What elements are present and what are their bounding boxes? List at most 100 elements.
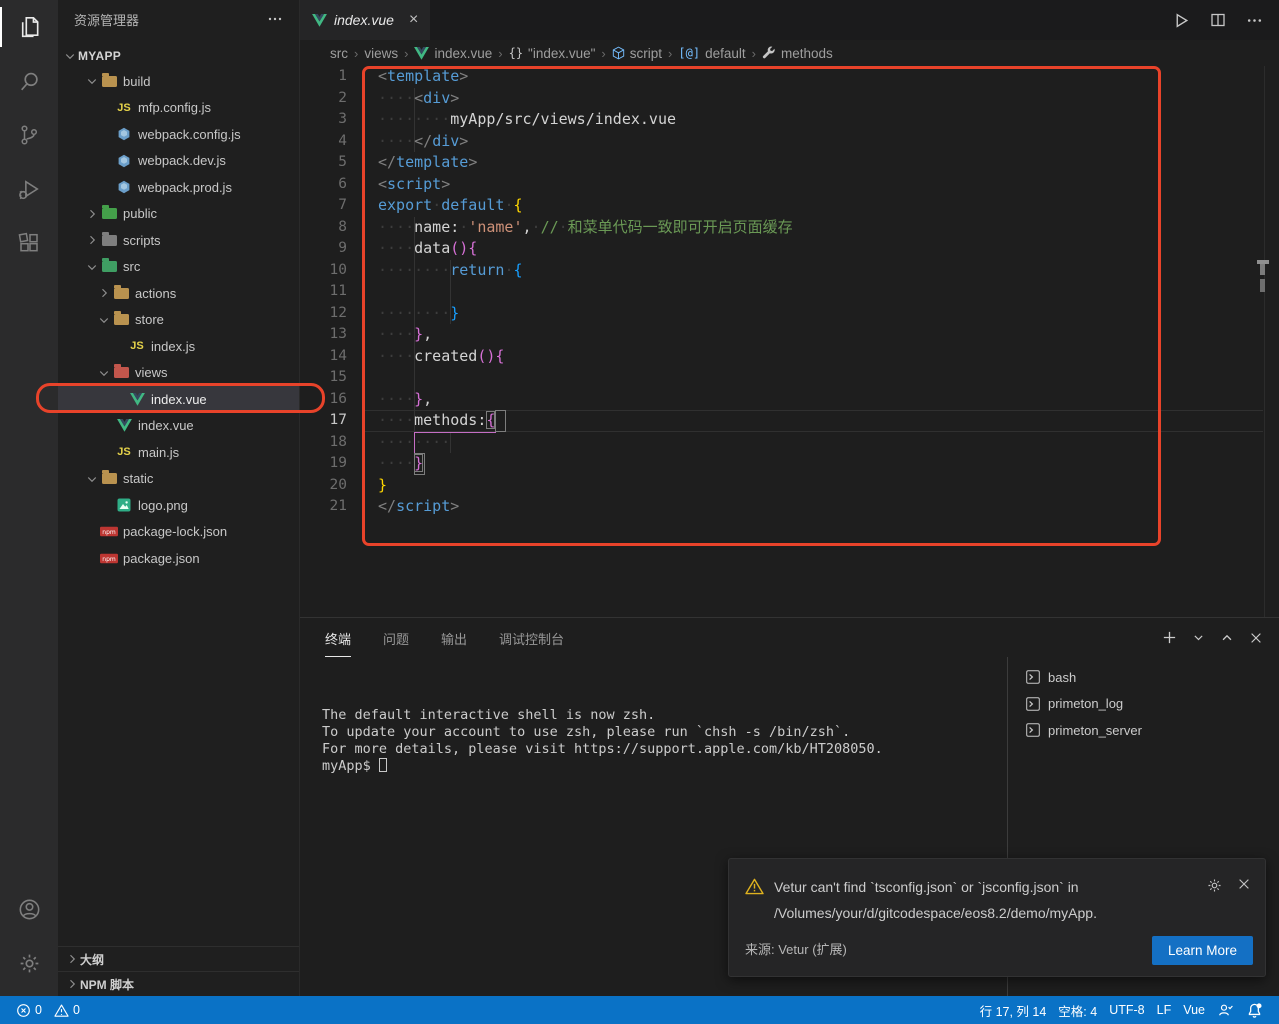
tree-item-build[interactable]: build: [58, 68, 299, 95]
activity-bar-item-source-control[interactable]: [0, 108, 58, 162]
breadcrumb-item[interactable]: methods: [762, 46, 833, 61]
terminal-instance-primeton_server[interactable]: primeton_server: [1008, 717, 1279, 744]
learn-more-button[interactable]: Learn More: [1152, 936, 1253, 965]
cursor-position[interactable]: 行 17, 列 14: [974, 1001, 1053, 1020]
code-text: ········return·{: [347, 260, 523, 282]
vue-icon: [115, 418, 133, 434]
tree-item-webpack.config.js[interactable]: webpack.config.js: [58, 121, 299, 148]
tree-item-label: webpack.config.js: [138, 127, 241, 142]
split-editor-icon[interactable]: [1210, 12, 1226, 28]
code-line-20[interactable]: 20}: [300, 475, 1279, 497]
code-line-6[interactable]: 6<script>: [300, 174, 1279, 196]
code-line-14[interactable]: 14····created(){: [300, 346, 1279, 368]
warning-count: 0: [73, 1003, 80, 1017]
code-line-12[interactable]: 12········}: [300, 303, 1279, 325]
tree-item-package.json[interactable]: npmpackage.json: [58, 545, 299, 572]
run-icon[interactable]: [1173, 12, 1190, 29]
activity-bar-item-account[interactable]: [0, 882, 58, 936]
feedback-icon[interactable]: [1211, 1002, 1240, 1018]
panel-tab-problems[interactable]: 问题: [383, 619, 409, 656]
code-line-4[interactable]: 4····</div>: [300, 131, 1279, 153]
tree-item-static[interactable]: static: [58, 466, 299, 493]
close-icon[interactable]: ×: [409, 11, 418, 29]
breadcrumb-item[interactable]: src: [330, 46, 348, 61]
activity-bar-item-extensions[interactable]: [0, 216, 58, 270]
code-line-9[interactable]: 9····data(){: [300, 238, 1279, 260]
problems-status[interactable]: 0 0: [10, 996, 86, 1024]
indentation[interactable]: 空格: 4: [1052, 1001, 1103, 1020]
source-control-icon: [17, 123, 41, 147]
tree-item-index.vue[interactable]: index.vue: [58, 413, 299, 440]
code-line-21[interactable]: 21</script>: [300, 496, 1279, 518]
code-line-16[interactable]: 16····},: [300, 389, 1279, 411]
sidebar-section-outline[interactable]: 大纲: [58, 946, 299, 971]
tree-item-package-lock.json[interactable]: npmpackage-lock.json: [58, 519, 299, 546]
eol-selector[interactable]: LF: [1151, 1003, 1178, 1017]
maximize-panel-icon[interactable]: [1220, 631, 1234, 645]
panel-tab-debug-console[interactable]: 调试控制台: [499, 619, 564, 656]
panel-tab-terminal[interactable]: 终端: [325, 619, 351, 657]
code-line-19[interactable]: 19····}: [300, 453, 1279, 475]
code-line-2[interactable]: 2····<div>: [300, 88, 1279, 110]
notifications-bell-icon[interactable]: [1240, 1002, 1269, 1019]
activity-bar-item-explorer[interactable]: [0, 0, 58, 54]
breadcrumb-item[interactable]: {}"index.vue": [509, 46, 596, 61]
tree-item-mfp.config.js[interactable]: JSmfp.config.js: [58, 95, 299, 122]
svg-text:npm: npm: [102, 529, 116, 536]
code-line-18[interactable]: 18········: [300, 432, 1279, 454]
code-line-13[interactable]: 13····},: [300, 324, 1279, 346]
close-icon[interactable]: [1237, 877, 1251, 891]
code-line-11[interactable]: 11: [300, 281, 1279, 303]
terminal-picker-icon[interactable]: [1192, 631, 1205, 644]
tab-label: index.vue: [334, 12, 394, 28]
tree-item-public[interactable]: public: [58, 201, 299, 228]
more-actions-icon[interactable]: [267, 11, 283, 27]
more-actions-icon[interactable]: [1246, 12, 1263, 29]
code-line-15[interactable]: 15: [300, 367, 1279, 389]
project-section-header[interactable]: MYAPP: [58, 44, 299, 68]
tree-item-src[interactable]: src: [58, 254, 299, 281]
sidebar-section-npm-scripts[interactable]: NPM 脚本: [58, 971, 299, 996]
code-line-5[interactable]: 5</template>: [300, 152, 1279, 174]
breadcrumb-item[interactable]: index.vue: [414, 46, 492, 61]
tree-item-views[interactable]: views: [58, 360, 299, 387]
new-terminal-icon[interactable]: [1162, 630, 1177, 645]
panel-tab-output[interactable]: 输出: [441, 619, 467, 656]
line-number: 17: [300, 410, 347, 432]
tree-item-label: actions: [135, 286, 176, 301]
code-line-17[interactable]: 17····methods:{: [300, 410, 1279, 432]
code-line-8[interactable]: 8····name:·'name',·//·和菜单代码一致即可开启页面缓存: [300, 217, 1279, 239]
tree-item-main.js[interactable]: JSmain.js: [58, 439, 299, 466]
breadcrumb-item[interactable]: [@]default: [678, 46, 745, 61]
activity-bar-item-run-debug[interactable]: [0, 162, 58, 216]
terminal-instance-primeton_log[interactable]: primeton_log: [1008, 691, 1279, 718]
activity-bar-item-settings[interactable]: [0, 936, 58, 990]
close-panel-icon[interactable]: [1249, 631, 1263, 645]
tree-item-label: src: [123, 259, 140, 274]
line-number: 15: [300, 367, 347, 389]
tree-item-scripts[interactable]: scripts: [58, 227, 299, 254]
tree-item-webpack.prod.js[interactable]: webpack.prod.js: [58, 174, 299, 201]
tree-item-webpack.dev.js[interactable]: webpack.dev.js: [58, 148, 299, 175]
tree-item-store[interactable]: store: [58, 307, 299, 334]
code-editor[interactable]: 1<template>2····<div>3········myApp/src/…: [300, 66, 1279, 617]
breadcrumb-item[interactable]: script: [612, 46, 662, 61]
code-line-3[interactable]: 3········myApp/src/views/index.vue: [300, 109, 1279, 131]
code-text: ····<div>: [347, 88, 459, 110]
activity-bar-item-search[interactable]: [0, 54, 58, 108]
terminal-instance-bash[interactable]: bash: [1008, 664, 1279, 691]
tree-item-label: main.js: [138, 445, 179, 460]
tab-index-vue[interactable]: index.vue ×: [300, 0, 430, 40]
code-line-7[interactable]: 7export·default·{: [300, 195, 1279, 217]
tree-item-index.vue[interactable]: index.vue: [58, 386, 299, 413]
tree-item-actions[interactable]: actions: [58, 280, 299, 307]
tree-item-logo.png[interactable]: logo.png: [58, 492, 299, 519]
language-mode[interactable]: Vue: [1177, 1003, 1211, 1017]
notification-settings-gear-icon[interactable]: [1206, 877, 1223, 894]
terminal-output[interactable]: The default interactive shell is now zsh…: [322, 707, 883, 775]
code-line-1[interactable]: 1<template>: [300, 66, 1279, 88]
breadcrumb-item[interactable]: views: [364, 46, 398, 61]
encoding[interactable]: UTF-8: [1103, 1003, 1150, 1017]
tree-item-index.js[interactable]: JSindex.js: [58, 333, 299, 360]
code-line-10[interactable]: 10········return·{: [300, 260, 1279, 282]
